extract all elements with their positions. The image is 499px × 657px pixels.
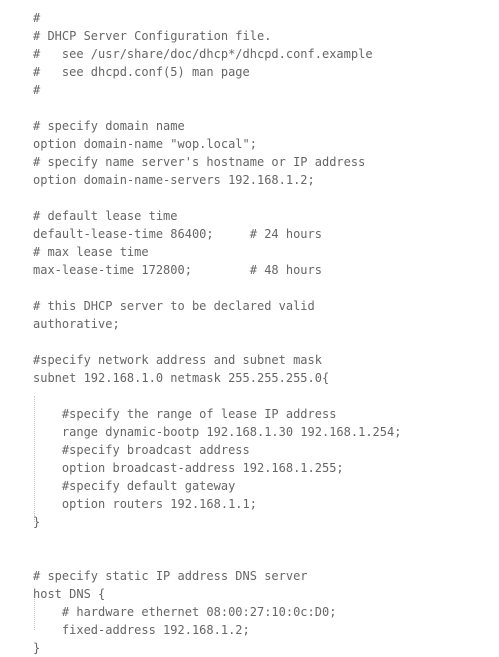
code-line: option domain-name-servers 192.168.1.2;: [33, 173, 315, 187]
code-line: # see dhcpd.conf(5) man page: [33, 65, 250, 79]
code-line: #specify default gateway: [33, 479, 236, 493]
code-line: # see /usr/share/doc/dhcp*/dhcpd.conf.ex…: [33, 47, 373, 61]
code-line: host DNS {: [33, 587, 106, 601]
code-line: fixed-address 192.168.1.2;: [33, 623, 250, 637]
code-line: option broadcast-address 192.168.1.255;: [33, 461, 344, 475]
code-line: # specify static IP address DNS server: [33, 569, 308, 583]
code-line: }: [33, 515, 41, 529]
code-line: # hardware ethernet 08:00:27:10:0c:D0;: [33, 605, 337, 619]
code-line: #specify broadcast address: [33, 443, 250, 457]
code-line: # specify domain name: [33, 119, 185, 133]
code-line: # specify name server's hostname or IP a…: [33, 155, 366, 169]
code-line: # max lease time: [33, 245, 149, 259]
code-line: # this DHCP server to be declared valid: [33, 299, 315, 313]
code-line: # DHCP Server Configuration file.: [33, 29, 272, 43]
code-line: max-lease-time 172800; # 48 hours: [33, 263, 322, 277]
code-line: #specify network address and subnet mask: [33, 353, 322, 367]
code-line: option routers 192.168.1.1;: [33, 497, 257, 511]
code-line: #specify the range of lease IP address: [33, 407, 337, 421]
code-line: authorative;: [33, 317, 120, 331]
code-line: # default lease time: [33, 209, 178, 223]
code-line: #: [33, 11, 41, 25]
code-line: option domain-name "wop.local";: [33, 137, 257, 151]
code-line: #: [33, 83, 41, 97]
code-view: # # DHCP Server Configuration file. # se…: [33, 9, 493, 657]
code-line: subnet 192.168.1.0 netmask 255.255.255.0…: [33, 371, 330, 385]
code-line: range dynamic-bootp 192.168.1.30 192.168…: [33, 425, 402, 439]
code-line: }: [33, 641, 41, 655]
code-line: default-lease-time 86400; # 24 hours: [33, 227, 322, 241]
